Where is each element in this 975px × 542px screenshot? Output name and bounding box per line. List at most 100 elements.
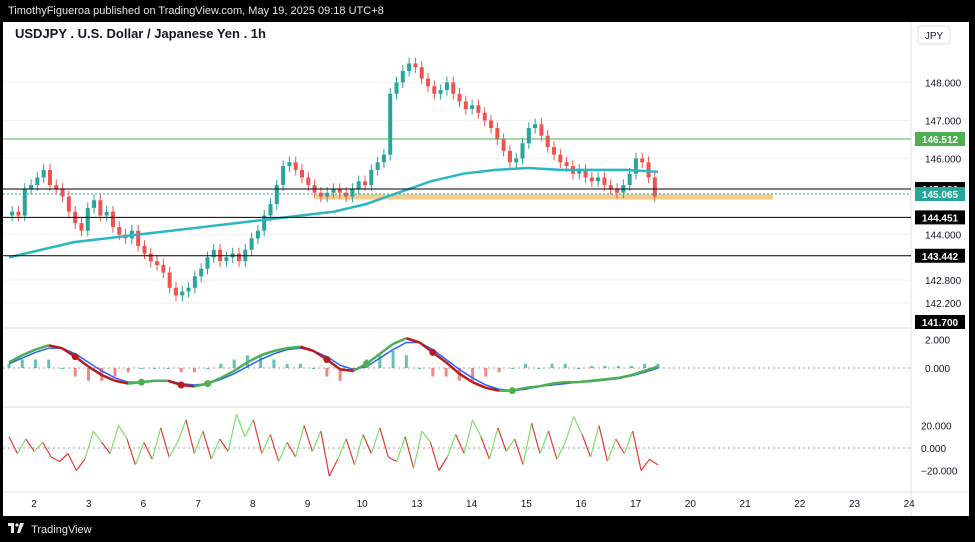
candle-body [236, 253, 241, 262]
candle-body [463, 101, 468, 110]
candle-body [249, 238, 254, 250]
oscillator-cross-dot [71, 353, 79, 361]
time-tick-label: 21 [740, 499, 752, 510]
oscillator-histogram-bar [285, 363, 289, 368]
oscillator-fast-segment [525, 385, 539, 390]
candle-body [350, 188, 355, 197]
oscillator-cross-dot [508, 387, 516, 395]
oscillator-cross-dot [363, 360, 371, 368]
candle-body [41, 169, 46, 178]
price-level-label: 146.512 [922, 135, 959, 146]
candle-body [325, 192, 330, 197]
oscillator-histogram-bar [298, 363, 302, 368]
time-tick-label: 13 [411, 499, 423, 510]
oscillator-histogram-bar [166, 368, 170, 369]
oscillator-histogram-bar [616, 365, 620, 368]
price-tick-label: 142.200 [925, 299, 962, 310]
oscillator-histogram-bar [630, 365, 634, 368]
time-tick-label: 20 [685, 499, 697, 510]
oscillator-histogram-bar [603, 365, 607, 368]
candle-body [432, 86, 437, 94]
rsi-tick-label: 0.000 [921, 444, 946, 455]
oscillator-histogram-bar [192, 368, 196, 373]
time-tick-label: 16 [575, 499, 587, 510]
oscillator-cross-dot [177, 381, 185, 389]
oscillator-histogram-bar [179, 368, 183, 373]
oscillator-fast-segment [578, 379, 592, 384]
candle-body [627, 173, 632, 186]
price-level-label: 144.451 [922, 213, 959, 224]
candle-body [552, 147, 557, 155]
candle-body [85, 207, 90, 231]
time-tick-label: 7 [195, 499, 201, 510]
candle-body [110, 211, 115, 227]
candle-body [482, 112, 487, 121]
oscillator-histogram-bar [444, 368, 448, 377]
candle-body [640, 158, 645, 163]
candle-body [60, 188, 65, 197]
oscillator-cross-dot [429, 348, 437, 356]
candle-body [35, 177, 40, 186]
oscillator-histogram-bar [60, 368, 64, 369]
time-tick-label: 3 [86, 499, 92, 510]
price-tick-label: 146.000 [925, 154, 962, 165]
oscillator-histogram-bar [47, 359, 51, 368]
candle-body [117, 226, 122, 235]
chart-frame[interactable]: USDJPY . U.S. Dollar / Japanese Yen . 1h… [3, 22, 969, 516]
oscillator-histogram-bar [563, 363, 567, 368]
time-tick-label: 22 [794, 499, 806, 510]
candle-body [10, 211, 15, 216]
candle-body [104, 211, 109, 216]
oscillator-histogram-bar [272, 359, 276, 368]
candle-body [470, 105, 475, 110]
time-tick-label: 2 [31, 499, 37, 510]
oscillator-histogram-bar [139, 368, 143, 369]
rsi-tick-label: 20.000 [921, 422, 952, 433]
candle-body [205, 257, 210, 269]
candle-body [602, 177, 607, 186]
time-tick-label: 24 [904, 499, 916, 510]
oscillator-histogram-bar [550, 363, 554, 368]
chart-canvas[interactable]: USDJPY . U.S. Dollar / Japanese Yen . 1h… [3, 22, 969, 516]
oscillator-histogram-bar [113, 368, 117, 377]
candle-body [344, 192, 349, 197]
candle-body [608, 185, 613, 189]
oscillator-histogram-bar [7, 363, 11, 368]
candle-body [596, 177, 601, 182]
candle-body [514, 158, 519, 163]
oscillator-fast-segment [287, 345, 301, 350]
oscillator-cross-dot [137, 378, 145, 386]
candle-body [476, 105, 481, 113]
candle-body [375, 162, 380, 170]
candle-body [495, 128, 500, 140]
candle-body [224, 257, 229, 262]
time-tick-label: 8 [250, 499, 256, 510]
oscillator-histogram-bar [590, 365, 594, 368]
time-tick-label: 14 [466, 499, 478, 510]
oscillator-histogram-bar [510, 368, 514, 369]
candle-body [400, 71, 405, 83]
candle-body [363, 181, 368, 186]
candle-body [426, 78, 431, 87]
candle-body [533, 124, 538, 129]
candle-body [507, 150, 512, 163]
candle-body [255, 230, 260, 239]
candle-body [92, 200, 97, 208]
candle-body [356, 181, 361, 189]
price-level-label: 141.700 [922, 318, 959, 329]
price-level-label: 145.065 [922, 190, 959, 201]
candle-body [186, 287, 191, 292]
time-tick-label: 23 [849, 499, 861, 510]
candle-body [287, 162, 292, 167]
candle-body [148, 253, 153, 262]
candle-body [318, 192, 323, 197]
time-tick-label: 17 [630, 499, 642, 510]
candle-body [299, 169, 304, 178]
price-tick-label: 148.000 [925, 78, 962, 89]
candle-body [413, 63, 418, 68]
candle-body [457, 93, 462, 102]
candle-body [558, 154, 563, 163]
oscillator-histogram-bar [524, 363, 528, 368]
candle-body [268, 204, 273, 216]
oscillator-tick-label: 2.000 [925, 336, 950, 347]
